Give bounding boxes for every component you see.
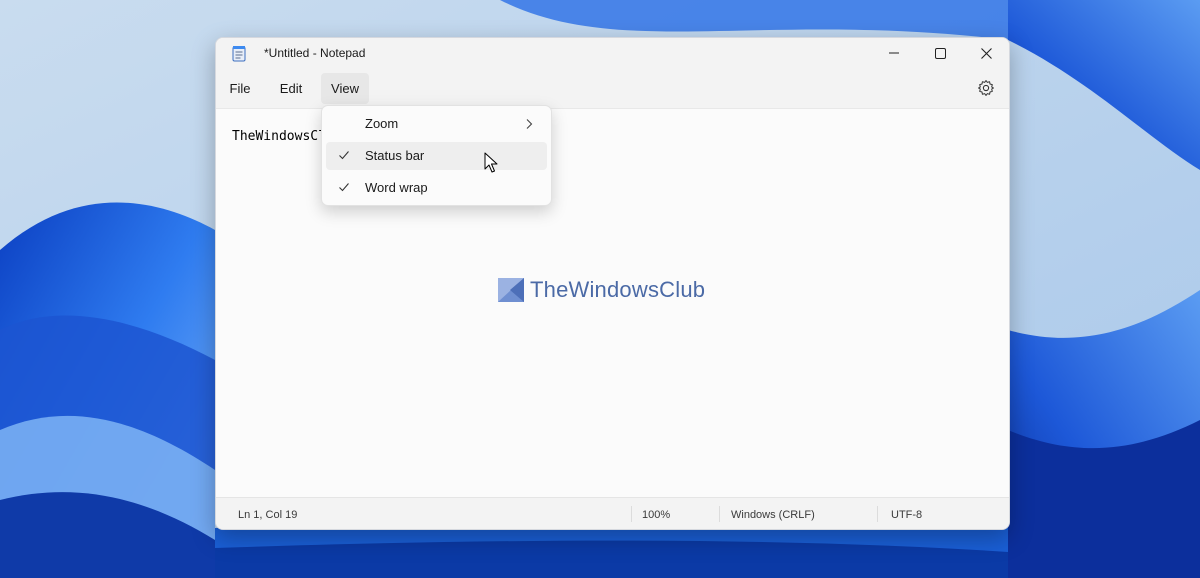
editor-text[interactable]: TheWindowsCl [232, 129, 326, 144]
mouse-pointer-icon [484, 152, 498, 173]
watermark-text: TheWindowsClub [530, 277, 706, 302]
menu-edit[interactable]: Edit [271, 73, 311, 104]
gear-icon[interactable] [977, 79, 995, 97]
status-line-ending: Windows (CRLF) [731, 509, 815, 521]
close-button[interactable] [963, 38, 1009, 68]
maximize-button[interactable] [917, 38, 963, 68]
menu-item-label: Word wrap [365, 180, 428, 195]
menu-item-label: Zoom [365, 116, 399, 131]
menu-view[interactable]: View [321, 73, 369, 104]
window-title: *Untitled - Notepad [264, 46, 366, 60]
menu-item-zoom[interactable]: Zoom [326, 110, 547, 138]
menu-item-word-wrap[interactable]: Word wrap [326, 174, 547, 202]
menu-file[interactable]: File [222, 73, 258, 104]
menu-item-status-bar[interactable]: Status bar [326, 142, 547, 170]
status-divider [719, 506, 720, 522]
menu-item-label: Status bar [365, 148, 425, 163]
maximize-icon [934, 47, 946, 59]
status-divider [877, 506, 878, 522]
notepad-icon [232, 46, 246, 62]
windows-club-logo [498, 278, 524, 302]
minimize-icon [889, 52, 899, 54]
status-zoom: 100% [642, 509, 671, 521]
status-divider [631, 506, 632, 522]
menu-bar: File Edit View [216, 68, 1009, 108]
checkmark-icon [339, 151, 349, 160]
status-position: Ln 1, Col 19 [238, 509, 298, 521]
title-bar[interactable]: *Untitled - Notepad [216, 38, 1009, 68]
view-menu-dropdown: Zoom Status bar Word wrap [321, 105, 552, 206]
status-bar: Ln 1, Col 19 100% Windows (CRLF) UTF-8 [216, 497, 1009, 529]
checkmark-icon [339, 183, 349, 192]
close-icon [980, 47, 992, 59]
status-encoding: UTF-8 [891, 509, 923, 521]
chevron-right-icon [526, 119, 533, 129]
watermark: TheWindowsClub [498, 277, 705, 303]
minimize-button[interactable] [871, 38, 917, 68]
